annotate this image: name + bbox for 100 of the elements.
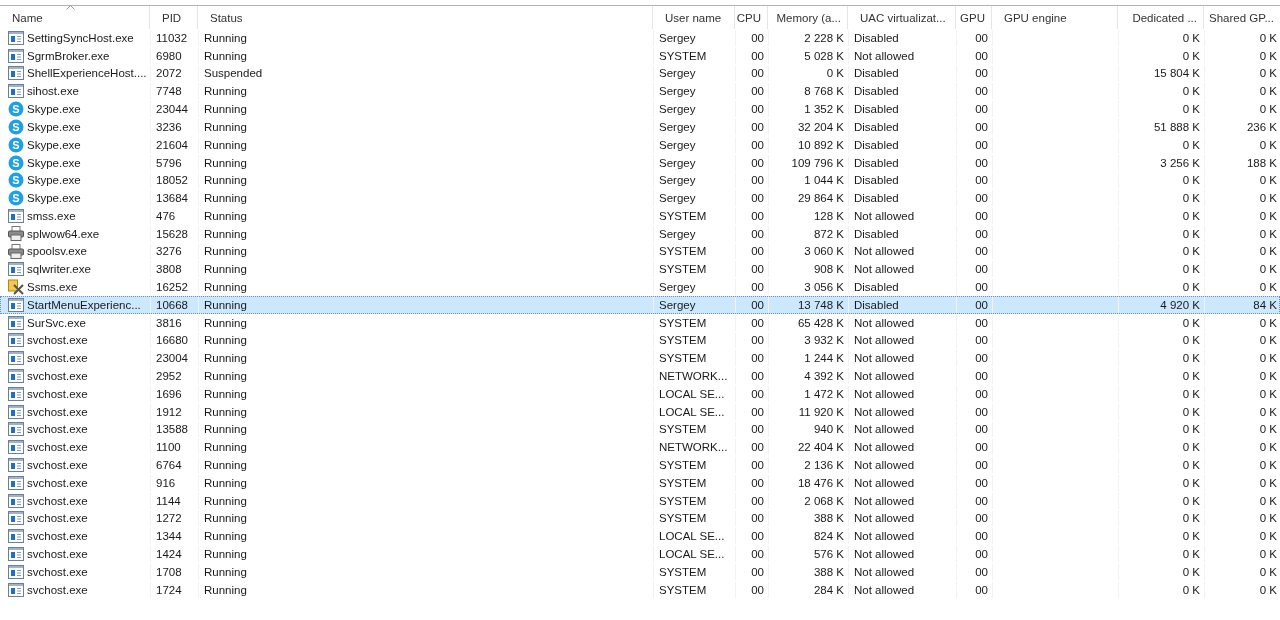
table-row[interactable]: smss.exe 476 Running SYSTEM 00 128 K Not allowed 00 0 K 0 K (0, 206, 1280, 225)
table-cell: Running (204, 512, 247, 525)
printer-icon (8, 243, 24, 259)
table-cell: Sergey (659, 174, 696, 187)
table-cell: 6980 (156, 49, 182, 62)
process-name: svchost.exe (27, 370, 88, 383)
table-cell: 1 352 K (804, 103, 844, 116)
table-row[interactable]: svchost.exe 916 Running SYSTEM 00 18 476 K Not allowed 00 0 K 0 K (0, 473, 1280, 492)
column-header[interactable]: Shared GP... (1209, 11, 1274, 24)
table-cell: 1724 (156, 583, 182, 596)
table-row[interactable]: svchost.exe 13588 Running SYSTEM 00 940 K Not allowed 00 0 K 0 K (0, 420, 1280, 439)
column-header[interactable]: PID (162, 11, 182, 24)
table-row[interactable]: S Skype.exe 13684 Running Sergey 00 29 864 K Disabled 00 0 K 0 K (0, 189, 1280, 207)
table-cell: 00 (751, 174, 764, 187)
table-cell: 13684 (156, 192, 188, 205)
table-row[interactable]: svchost.exe 23004 Running SYSTEM 00 1 244 K Not allowed 00 0 K 0 K (0, 349, 1280, 368)
table-row[interactable]: Ssms.exe 16252 Running Sergey 00 3 056 K Disabled 00 0 K 0 K (0, 278, 1280, 296)
table-cell: SYSTEM (659, 494, 707, 507)
table-row[interactable]: svchost.exe 1708 Running SYSTEM 00 388 K Not allowed 00 0 K 0 K (0, 562, 1280, 581)
table-cell: 0 K (1259, 530, 1277, 543)
table-row[interactable]: svchost.exe 1100 Running NETWORK... 00 22 404 K Not allowed 00 0 K 0 K (0, 438, 1280, 457)
table-row[interactable]: SurSvc.exe 3816 Running SYSTEM 00 65 428 K Not allowed 00 0 K 0 K (0, 313, 1280, 332)
table-row[interactable]: svchost.exe 1724 Running SYSTEM 00 284 K Not allowed 00 0 K 0 K (0, 580, 1280, 599)
table-cell: Sergey (659, 298, 696, 311)
table-cell: 00 (975, 387, 988, 400)
table-cell: Disabled (854, 174, 899, 187)
table-cell: SYSTEM (659, 583, 707, 596)
process-name: Skype.exe (27, 121, 81, 133)
process-name: SurSvc.exe (27, 316, 86, 329)
table-cell: 00 (751, 263, 764, 276)
table-cell: 0 K (1182, 548, 1200, 560)
table-cell: 872 K (813, 227, 844, 240)
column-header[interactable]: Memory (a... (776, 11, 841, 24)
table-row[interactable]: sihost.exe 7748 Running Sergey 00 8 768 K Disabled 00 0 K 0 K (0, 82, 1280, 101)
table-cell: 0 K (1259, 245, 1277, 258)
table-row[interactable]: SettingSyncHost.exe 11032 Running Sergey 00 2 228 K Disabled 00 0 K 0 K (0, 29, 1280, 47)
process-name: sihost.exe (27, 85, 79, 98)
table-cell: 0 K (1259, 209, 1277, 222)
column-header[interactable]: GPU engine (1004, 11, 1067, 24)
column-header[interactable]: UAC virtualizat... (860, 11, 946, 24)
table-row[interactable]: svchost.exe 1912 Running LOCAL SE... 00 11 920 K Not allowed 00 0 K 0 K (0, 402, 1280, 421)
table-cell: 128 K (813, 209, 844, 222)
application-window-icon (8, 582, 24, 597)
table-row[interactable]: S Skype.exe 23044 Running Sergey 00 1 352 K Disabled 00 0 K 0 K (0, 100, 1280, 118)
table-cell: 1696 (156, 387, 182, 400)
table-row[interactable]: StartMenuExperienc... 10668 Running Sergey 00 13 748 K Disabled 00 4 920 K 84 K (0, 295, 1280, 314)
column-header[interactable]: Name (12, 11, 43, 24)
table-row[interactable]: svchost.exe 6764 Running SYSTEM 00 2 136 K Not allowed 00 0 K 0 K (0, 456, 1280, 474)
table-cell: 0 K (1182, 476, 1200, 489)
table-cell: 0 K (1259, 370, 1277, 383)
application-window-icon (8, 48, 24, 63)
table-cell: Running (204, 138, 247, 151)
table-row[interactable]: svchost.exe 16680 Running SYSTEM 00 3 932 K Not allowed 00 0 K 0 K (0, 331, 1280, 350)
table-cell: Not allowed (854, 459, 915, 471)
table-cell: 00 (975, 423, 988, 436)
skype-s-icon: S (8, 119, 24, 135)
table-row[interactable]: ShellExperienceHost.... 2072 Suspended Sergey 00 0 K Disabled 00 15 804 K 0 K (0, 64, 1280, 83)
table-cell: 00 (751, 530, 764, 543)
table-cell: 21604 (156, 138, 188, 151)
table-row[interactable]: svchost.exe 1696 Running LOCAL SE... 00 1 472 K Not allowed 00 0 K 0 K (0, 384, 1280, 403)
process-name: svchost.exe (27, 423, 88, 436)
table-row[interactable]: svchost.exe 1424 Running LOCAL SE... 00 576 K Not allowed 00 0 K 0 K (0, 545, 1280, 563)
table-row[interactable]: S Skype.exe 18052 Running Sergey 00 1 044 K Disabled 00 0 K 0 K (0, 171, 1280, 190)
table-cell: 0 K (1259, 138, 1277, 151)
table-cell: 18052 (156, 174, 188, 187)
table-cell: 0 K (1182, 281, 1200, 294)
table-cell: 0 K (1182, 103, 1200, 116)
column-header[interactable]: GPU (960, 11, 985, 24)
table-row[interactable]: svchost.exe 1344 Running LOCAL SE... 00 824 K Not allowed 00 0 K 0 K (0, 527, 1280, 546)
table-cell: 0 K (1182, 49, 1200, 62)
table-row[interactable]: sqlwriter.exe 3808 Running SYSTEM 00 908 K Not allowed 00 0 K 0 K (0, 260, 1280, 279)
table-cell: 00 (975, 530, 988, 543)
printer-icon (8, 226, 24, 242)
table-row[interactable]: splwow64.exe 15628 Running Sergey 00 872 K Disabled 00 0 K 0 K (0, 224, 1280, 243)
table-cell: 00 (751, 298, 764, 311)
table-cell: 0 K (1259, 192, 1277, 205)
table-row[interactable]: S Skype.exe 5796 Running Sergey 00 109 796 K Disabled 00 3 256 K 188 K (0, 153, 1280, 172)
process-name: smss.exe (27, 209, 76, 222)
column-header[interactable]: User name (665, 11, 722, 24)
table-cell: 00 (975, 583, 988, 596)
table-row[interactable]: S Skype.exe 3236 Running Sergey 00 32 204 K Disabled 00 51 888 K 236 K (0, 118, 1280, 136)
table-row[interactable]: S Skype.exe 21604 Running Sergey 00 10 892 K Disabled 00 0 K 0 K (0, 135, 1280, 154)
table-row[interactable]: svchost.exe 2952 Running NETWORK... 00 4 392 K Not allowed 00 0 K 0 K (0, 367, 1280, 385)
table-cell: 0 K (1259, 494, 1277, 507)
table-row[interactable]: svchost.exe 1272 Running SYSTEM 00 388 K Not allowed 00 0 K 0 K (0, 509, 1280, 528)
table-cell: Disabled (854, 67, 899, 80)
column-header[interactable]: Dedicated ... (1132, 11, 1197, 24)
table-cell: 00 (751, 156, 764, 169)
table-cell: LOCAL SE... (659, 387, 725, 400)
table-row[interactable]: spoolsv.exe 3276 Running SYSTEM 00 3 060 K Not allowed 00 0 K 0 K (0, 242, 1280, 261)
table-cell: 15 804 K (1153, 67, 1200, 80)
table-cell: Disabled (854, 298, 899, 311)
column-header[interactable]: CPU (736, 11, 761, 24)
application-window-icon (8, 84, 24, 99)
table-row[interactable]: svchost.exe 1144 Running SYSTEM 00 2 068 K Not allowed 00 0 K 0 K (0, 491, 1280, 510)
table-cell: Not allowed (854, 530, 915, 543)
table-cell: Not allowed (854, 423, 915, 436)
table-cell: 0 K (1182, 494, 1200, 507)
table-row[interactable]: SgrmBroker.exe 6980 Running SYSTEM 00 5 028 K Not allowed 00 0 K 0 K (0, 46, 1280, 65)
column-header[interactable]: Status (210, 11, 243, 24)
